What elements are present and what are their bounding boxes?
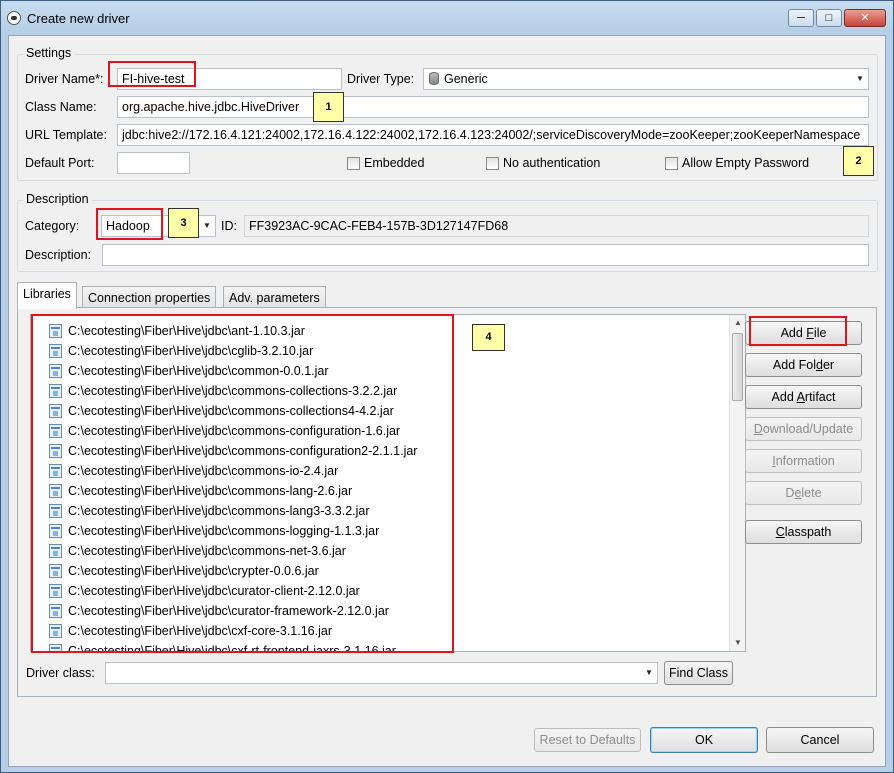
delete-label-post: lete	[801, 486, 822, 500]
scroll-down-icon[interactable]: ▼	[730, 635, 745, 651]
callout-2: 2	[843, 146, 874, 176]
add-folder-label-post: er	[822, 358, 835, 372]
dialog-body: Settings Driver Name*: FI-hive-test Driv…	[8, 35, 886, 767]
cancel-button[interactable]: Cancel	[766, 727, 874, 753]
title-bar[interactable]: Create new driver ─ □ ✕	[1, 1, 893, 35]
ok-label: OK	[694, 733, 714, 747]
classpath-button[interactable]: Classpath	[745, 520, 862, 544]
download-update-button[interactable]: Download/Update	[745, 417, 862, 441]
driver-type-label: Driver Type:	[347, 72, 415, 86]
classpath-label-post: lasspath	[784, 525, 832, 539]
callout-1: 1	[313, 92, 344, 122]
id-field: FF3923AC-9CAC-FEB4-157B-3D127147FD68	[244, 215, 869, 237]
allow-empty-password-label: Allow Empty Password	[682, 156, 810, 170]
close-icon[interactable]: ✕	[844, 9, 886, 27]
tab-adv-parameters-label: Adv. parameters	[229, 291, 320, 305]
add-artifact-label-pre: Add	[771, 390, 797, 404]
settings-group-title: Settings	[23, 46, 75, 60]
description-group-title: Description	[23, 192, 92, 206]
information-label-post: nformation	[775, 454, 835, 468]
driver-name-label: Driver Name*:	[25, 72, 104, 86]
driver-type-select[interactable]: Generic ▼	[423, 68, 869, 90]
ok-button[interactable]: OK	[650, 727, 758, 753]
scroll-thumb[interactable]	[732, 333, 743, 401]
add-folder-mnemonic: d	[816, 358, 823, 372]
libraries-panel: C:\ecotesting\Fiber\Hive\jdbc\ant-1.10.3…	[17, 307, 877, 697]
window-title: Create new driver	[27, 11, 130, 26]
add-artifact-button[interactable]: Add Artifact	[745, 385, 862, 409]
database-icon	[429, 72, 439, 85]
minimize-icon[interactable]: ─	[788, 9, 814, 27]
add-file-highlight	[749, 316, 847, 346]
download-update-mnemonic: D	[753, 422, 763, 436]
callout-3: 3	[168, 208, 199, 238]
url-template-value: jdbc:hive2://172.16.4.121:24002,172.16.4…	[122, 128, 861, 142]
create-driver-dialog: Create new driver ─ □ ✕ Settings Driver …	[0, 0, 894, 773]
chevron-down-icon[interactable]: ▼	[199, 216, 215, 236]
description-label: Description:	[25, 248, 91, 262]
chevron-down-icon[interactable]: ▼	[641, 663, 657, 683]
id-label: ID:	[221, 219, 237, 233]
download-update-label-post: ownload/Update	[762, 422, 854, 436]
url-template-label: URL Template:	[25, 128, 107, 142]
driver-name-highlight	[108, 61, 196, 87]
driver-type-value: Generic	[444, 72, 488, 86]
chevron-down-icon[interactable]: ▼	[852, 69, 868, 89]
maximize-icon[interactable]: □	[816, 9, 842, 27]
tab-connection-properties-label: Connection properties	[88, 291, 211, 305]
embedded-checkbox-box[interactable]	[347, 156, 360, 170]
category-highlight	[96, 208, 163, 240]
no-auth-checkbox[interactable]: No authentication	[486, 156, 600, 170]
no-auth-label: No authentication	[503, 156, 601, 170]
scroll-up-icon[interactable]: ▲	[730, 315, 745, 331]
embedded-label: Embedded	[364, 156, 425, 170]
information-button[interactable]: Information	[745, 449, 862, 473]
id-value: FF3923AC-9CAC-FEB4-157B-3D127147FD68	[249, 219, 509, 233]
class-name-label: Class Name:	[25, 100, 97, 114]
libraries-highlight	[31, 314, 454, 653]
libraries-scrollbar[interactable]: ▲ ▼	[729, 315, 745, 651]
default-port-label: Default Port:	[25, 156, 95, 170]
add-folder-button[interactable]: Add Folder	[745, 353, 862, 377]
description-field[interactable]	[102, 244, 869, 266]
find-class-button[interactable]: Find Class	[664, 661, 733, 685]
allow-empty-password-box[interactable]	[665, 156, 678, 170]
default-port-field[interactable]	[117, 152, 190, 174]
app-icon	[7, 11, 21, 25]
driver-class-label: Driver class:	[26, 666, 95, 680]
allow-empty-password-checkbox[interactable]: Allow Empty Password	[665, 156, 809, 170]
add-artifact-label-post: rtifact	[804, 390, 836, 404]
delete-button[interactable]: Delete	[745, 481, 862, 505]
no-auth-checkbox-box[interactable]	[486, 156, 499, 170]
add-artifact-mnemonic: A	[796, 390, 805, 404]
driver-class-select[interactable]: ▼	[105, 662, 658, 684]
classpath-mnemonic: C	[775, 525, 785, 539]
class-name-field[interactable]: org.apache.hive.jdbc.HiveDriver	[117, 96, 869, 118]
add-folder-label-pre: Add Fol	[772, 358, 816, 372]
url-template-field[interactable]: jdbc:hive2://172.16.4.121:24002,172.16.4…	[117, 124, 869, 146]
category-label: Category:	[25, 219, 80, 233]
find-class-label: Find Class	[668, 666, 729, 680]
class-name-value: org.apache.hive.jdbc.HiveDriver	[122, 100, 300, 114]
tab-libraries-label: Libraries	[23, 287, 71, 301]
callout-4: 4	[472, 324, 505, 351]
reset-to-defaults-label: Reset to Defaults	[539, 733, 636, 747]
reset-to-defaults-button[interactable]: Reset to Defaults	[534, 728, 641, 752]
cancel-label: Cancel	[800, 733, 840, 747]
tab-libraries[interactable]: Libraries	[17, 282, 77, 309]
embedded-checkbox[interactable]: Embedded	[347, 156, 424, 170]
